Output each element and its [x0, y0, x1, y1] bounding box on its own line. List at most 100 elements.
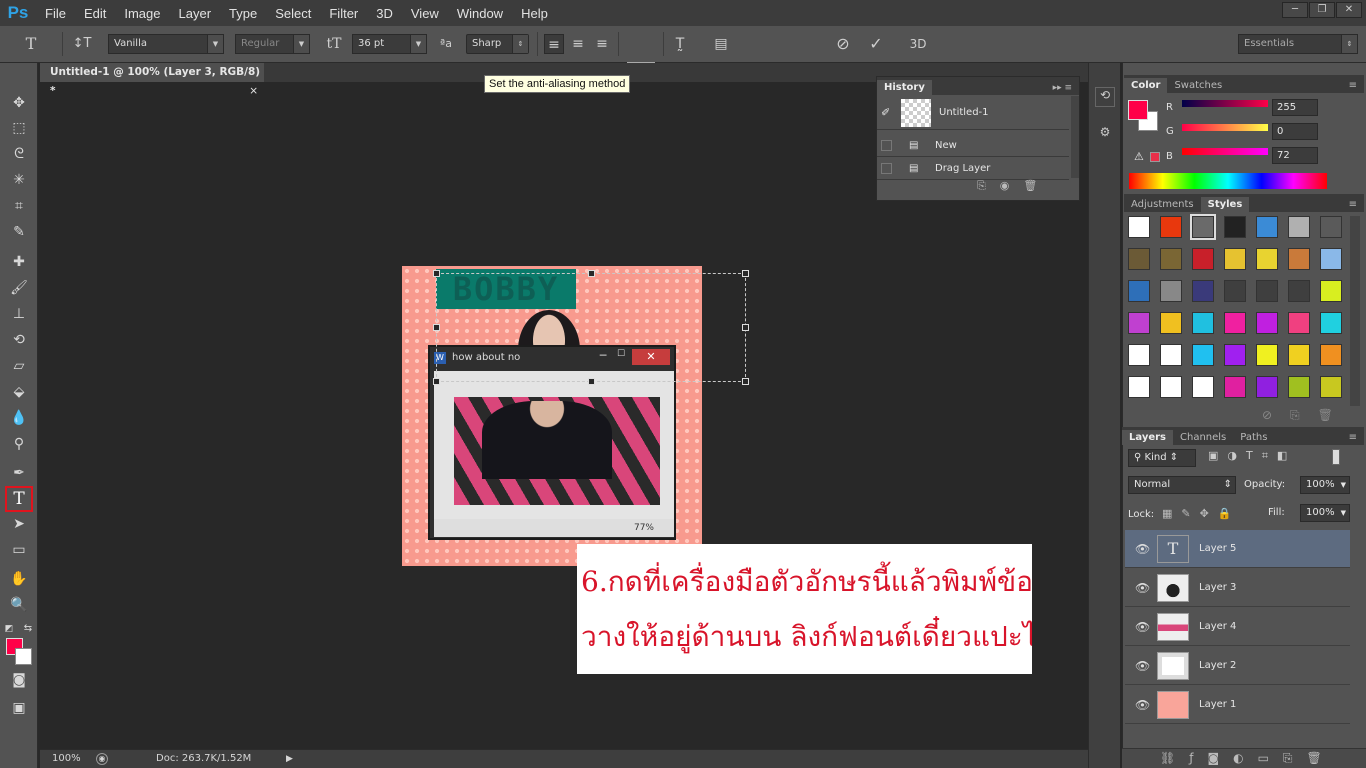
menu-view[interactable]: View [402, 6, 448, 21]
screen-mode-icon[interactable]: ▣ [9, 698, 29, 718]
font-size-select[interactable]: 36 pt ▼ [352, 34, 427, 54]
style-swatch[interactable] [1128, 376, 1150, 398]
style-swatch[interactable] [1256, 280, 1278, 302]
layer-row[interactable]: 👁 Layer 3 [1125, 569, 1350, 607]
history-state[interactable]: ▤ New [877, 134, 1069, 157]
style-swatch[interactable] [1224, 216, 1246, 238]
transform-handle[interactable] [433, 378, 440, 385]
document-tab[interactable]: Untitled-1 @ 100% (Layer 3, RGB/8) * × [40, 63, 264, 97]
transform-handle[interactable] [433, 324, 440, 331]
green-value-field[interactable]: 0 [1272, 123, 1318, 140]
style-swatch[interactable] [1128, 248, 1150, 270]
hand-tool-icon[interactable]: ✋ [9, 569, 29, 589]
style-swatch[interactable] [1224, 376, 1246, 398]
out-of-gamut-warning-icon[interactable]: ⚠ [1134, 150, 1144, 163]
align-right-icon[interactable]: ≡ [592, 34, 612, 54]
style-swatch[interactable] [1192, 312, 1214, 334]
font-family-select[interactable]: Vanilla ▼ [108, 34, 224, 54]
visibility-eye-icon[interactable]: 👁 [1135, 608, 1150, 646]
style-swatch[interactable] [1320, 280, 1342, 302]
quick-mask-icon[interactable]: ◙ [9, 670, 29, 690]
tab-channels[interactable]: Channels [1173, 430, 1233, 445]
cancel-edits-icon[interactable]: ⊘ [832, 34, 854, 54]
transform-handle[interactable] [433, 270, 440, 277]
rectangle-tool-icon[interactable]: ▭ [9, 540, 29, 560]
align-center-icon[interactable]: ≡ [568, 34, 588, 54]
style-swatch[interactable] [1288, 376, 1310, 398]
paint-bucket-tool-icon[interactable]: ⬙ [9, 382, 29, 402]
status-menu-arrow-icon[interactable]: ▶ [286, 750, 293, 768]
green-slider[interactable] [1182, 124, 1268, 131]
type-tool-preset-icon[interactable]: T [18, 34, 44, 54]
history-state-checkbox[interactable] [881, 140, 892, 151]
red-value-field[interactable]: 255 [1272, 99, 1318, 116]
style-swatch[interactable] [1192, 248, 1214, 270]
style-swatch[interactable] [1320, 344, 1342, 366]
transform-handle[interactable] [742, 378, 749, 385]
transform-handle[interactable] [742, 270, 749, 277]
fill-field[interactable]: 100% ▼ [1300, 504, 1350, 522]
style-swatch[interactable] [1160, 344, 1182, 366]
style-swatch[interactable] [1192, 280, 1214, 302]
blue-slider[interactable] [1182, 148, 1268, 155]
styles-scrollbar[interactable] [1350, 216, 1360, 406]
layer-row[interactable]: 👁 Layer 2 [1125, 647, 1350, 685]
tab-swatches[interactable]: Swatches [1167, 78, 1229, 93]
style-swatch[interactable] [1224, 280, 1246, 302]
history-footer-icons[interactable]: ⎘◉🗑 [977, 179, 1051, 193]
path-selection-tool-icon[interactable]: ➤ [9, 514, 29, 534]
style-swatch[interactable] [1256, 248, 1278, 270]
menu-window[interactable]: Window [448, 6, 512, 21]
style-swatch[interactable] [1160, 280, 1182, 302]
menu-type[interactable]: Type [220, 6, 266, 21]
style-swatch[interactable] [1192, 344, 1214, 366]
red-slider[interactable] [1182, 100, 1268, 107]
filter-toggle-switch[interactable] [1332, 449, 1340, 465]
properties-dock-icon[interactable]: ⚙ [1095, 125, 1115, 145]
workspace-select[interactable]: Essentials ⇕ [1238, 34, 1358, 54]
gamut-color-chip[interactable] [1150, 152, 1160, 162]
lasso-tool-icon[interactable]: ᘓ [9, 144, 29, 164]
panel-collapse-icon[interactable]: ▸▸ ≡ [1046, 81, 1079, 95]
style-swatch[interactable] [1288, 312, 1310, 334]
healing-brush-tool-icon[interactable]: ✚ [9, 252, 29, 272]
style-swatch[interactable] [1128, 216, 1150, 238]
style-swatch[interactable] [1256, 312, 1278, 334]
menu-help[interactable]: Help [512, 6, 557, 21]
style-swatch[interactable] [1256, 216, 1278, 238]
character-panel-icon[interactable]: ▤ [710, 34, 732, 54]
pen-tool-icon[interactable]: ✒ [9, 463, 29, 483]
style-swatch[interactable] [1320, 216, 1342, 238]
style-swatch[interactable] [1128, 344, 1150, 366]
magic-wand-tool-icon[interactable]: ✳ [9, 170, 29, 190]
style-swatch[interactable] [1160, 312, 1182, 334]
history-brush-source-icon[interactable]: ✐ [881, 96, 890, 130]
style-swatch[interactable] [1128, 312, 1150, 334]
brush-tool-icon[interactable]: 🖌 [9, 278, 29, 298]
layer-row[interactable]: 👁 Layer 1 [1125, 686, 1350, 724]
tab-paths[interactable]: Paths [1233, 430, 1274, 445]
tab-color[interactable]: Color [1124, 78, 1168, 93]
eraser-tool-icon[interactable]: ▱ [9, 356, 29, 376]
lock-options-icons[interactable]: ▦✎✥🔒 [1162, 507, 1241, 520]
menu-edit[interactable]: Edit [75, 6, 115, 21]
align-left-icon[interactable]: ≡ [544, 34, 564, 54]
tab-adjustments[interactable]: Adjustments [1124, 197, 1201, 212]
marquee-tool-icon[interactable]: ⬚ [9, 118, 29, 138]
commit-edits-icon[interactable]: ✓ [865, 34, 887, 54]
menu-layer[interactable]: Layer [170, 6, 221, 21]
history-brush-tool-icon[interactable]: ⟲ [9, 330, 29, 350]
history-state[interactable]: ▤ Drag Layer [877, 157, 1069, 180]
panel-menu-icon[interactable]: ≡ [1342, 78, 1364, 93]
history-scrollbar[interactable] [1071, 96, 1079, 178]
style-swatch[interactable] [1190, 214, 1216, 240]
status-info-icon[interactable]: ◉ [96, 753, 108, 765]
tab-history[interactable]: History [877, 80, 932, 95]
eyedropper-tool-icon[interactable]: ✎ [9, 222, 29, 242]
antialias-select[interactable]: Sharp ⇕ [466, 34, 529, 54]
style-swatch[interactable] [1288, 344, 1310, 366]
swap-colors-icon[interactable]: ⇆ [22, 619, 34, 639]
clone-stamp-tool-icon[interactable]: ⊥ [9, 304, 29, 324]
menu-file[interactable]: File [36, 6, 75, 21]
default-colors-icon[interactable]: ◩ [3, 619, 15, 639]
